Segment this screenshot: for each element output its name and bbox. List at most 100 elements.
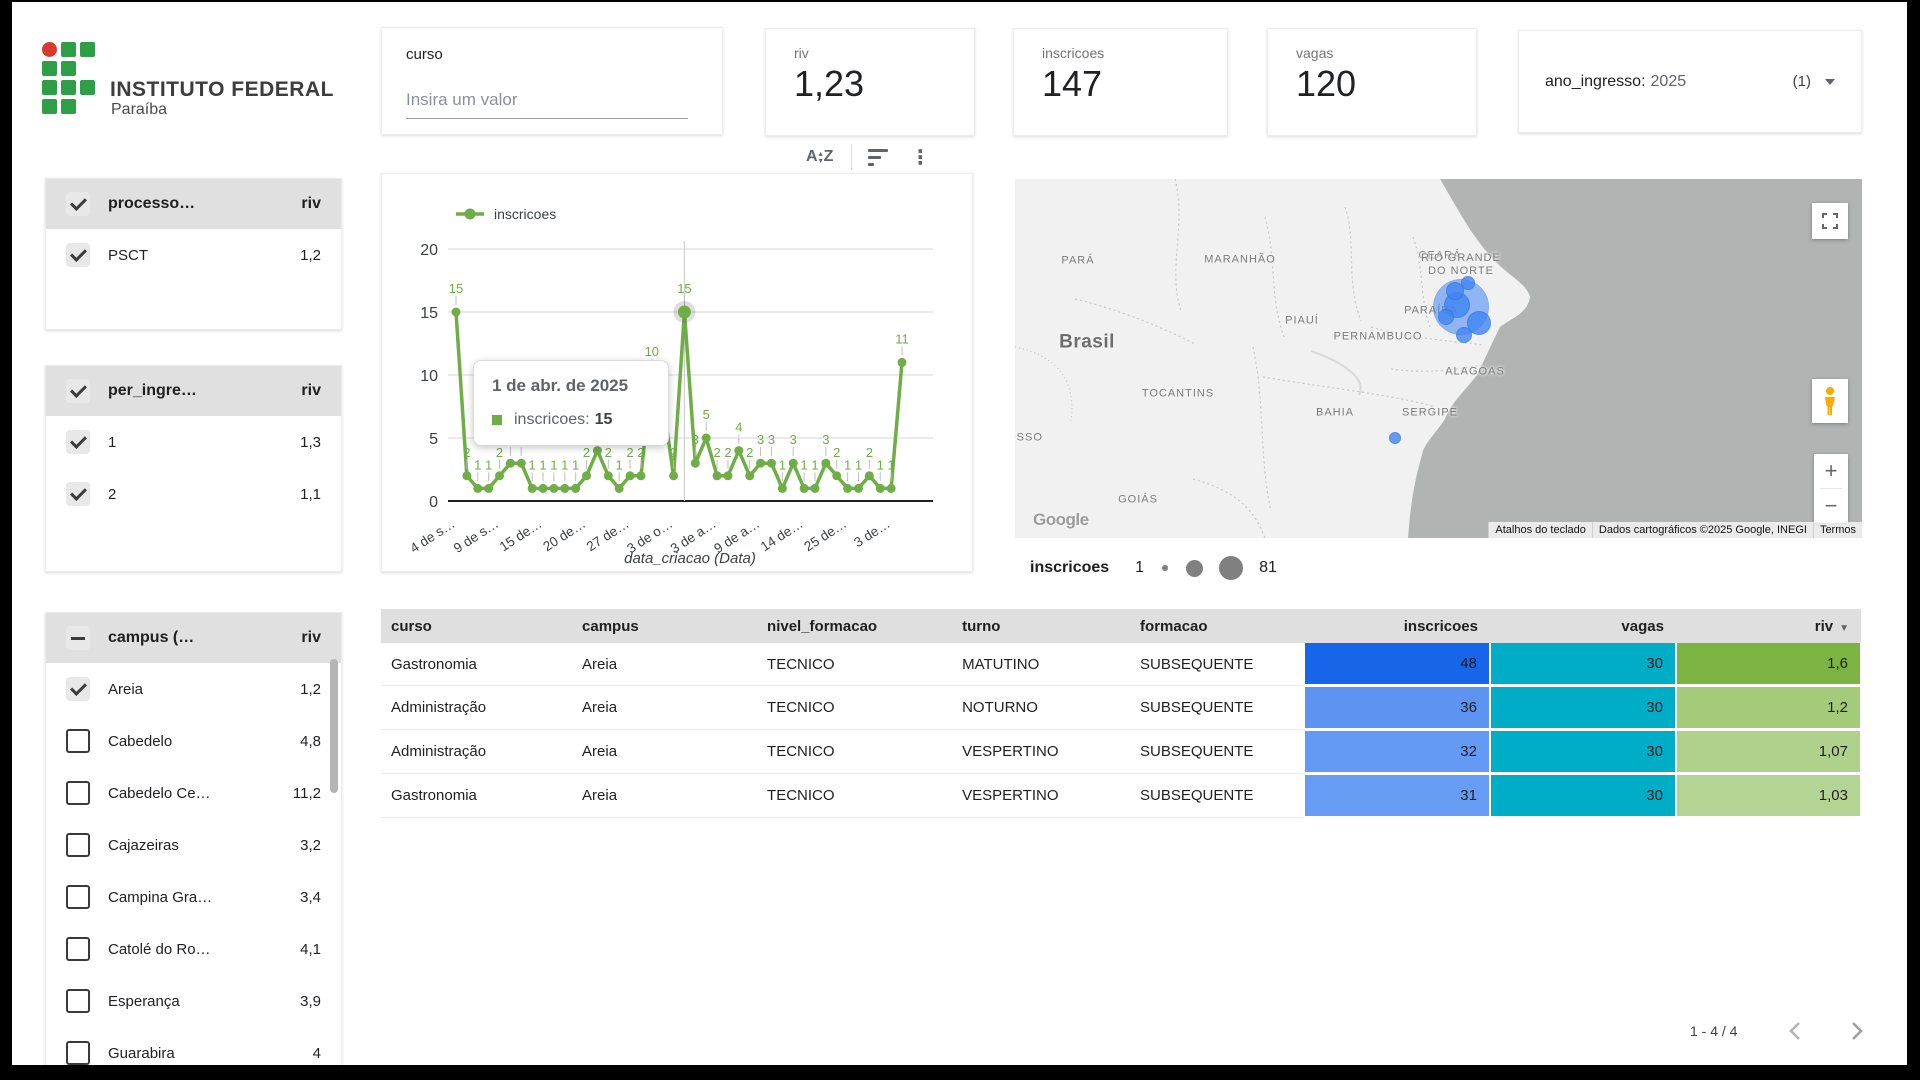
unchecked-checkbox[interactable] [66, 1041, 90, 1065]
checked-checkbox[interactable] [66, 243, 90, 267]
bubble-map[interactable]: BrasilPARÁMARANHÃOCEARÁRIO GRANDE DO NOR… [1015, 179, 1862, 538]
data-point[interactable] [506, 459, 515, 468]
filter-list-item[interactable]: Cabedelo4,8 [46, 715, 341, 767]
data-point[interactable] [843, 484, 852, 493]
pegman-icon[interactable] [1812, 379, 1848, 423]
data-point[interactable] [832, 471, 841, 480]
sort-az-icon[interactable]: A▴▾Z [806, 148, 833, 166]
data-point[interactable] [713, 471, 722, 480]
terms-link[interactable]: Termos [1813, 522, 1862, 538]
filter-item-value: 4 [313, 1045, 321, 1062]
data-point[interactable] [484, 484, 493, 493]
previous-page-icon[interactable] [1783, 1018, 1809, 1044]
data-point[interactable] [734, 446, 743, 455]
filter-list-item[interactable]: Guarabira4 [46, 1027, 341, 1066]
column-header-inscricoes[interactable]: inscricoes [1304, 609, 1490, 643]
more-options-icon[interactable]: ⋮ [910, 145, 930, 170]
ano-ingresso-dropdown[interactable]: ano_ingresso: 2025 (1) [1518, 30, 1862, 133]
data-point[interactable] [571, 484, 580, 493]
checked-checkbox[interactable] [66, 430, 90, 454]
data-point[interactable] [789, 459, 798, 468]
data-point[interactable] [876, 484, 885, 493]
filter-list-item[interactable]: Campina Gra…3,4 [46, 871, 341, 923]
checked-checkbox[interactable] [66, 677, 90, 701]
filter-list-item[interactable]: Cabedelo Ce…11,2 [46, 767, 341, 819]
svg-text:1: 1 [474, 457, 481, 472]
svg-text:2: 2 [637, 445, 644, 460]
fullscreen-icon[interactable] [1812, 203, 1848, 239]
data-point[interactable] [800, 484, 809, 493]
data-point[interactable] [669, 471, 678, 480]
checked-checkbox[interactable] [66, 482, 90, 506]
select-all-checkbox[interactable] [66, 192, 90, 216]
unchecked-checkbox[interactable] [66, 833, 90, 857]
svg-text:25 de…: 25 de… [801, 516, 849, 554]
data-point[interactable] [615, 484, 624, 493]
filter-list-item[interactable]: 11,3 [46, 416, 341, 468]
column-header-turno[interactable]: turno [952, 609, 1130, 643]
data-point[interactable] [517, 459, 526, 468]
data-point[interactable] [473, 484, 482, 493]
data-point[interactable] [702, 434, 711, 443]
data-point[interactable] [821, 459, 830, 468]
unchecked-checkbox[interactable] [66, 885, 90, 909]
data-point[interactable] [887, 484, 896, 493]
data-point[interactable] [865, 471, 874, 480]
data-point[interactable] [897, 358, 906, 367]
data-point[interactable] [593, 446, 602, 455]
keyboard-shortcuts-link[interactable]: Atalhos do teclado [1488, 522, 1592, 538]
zoom-in-button[interactable]: + [1814, 454, 1848, 488]
curso-input[interactable]: Insira um valor [406, 90, 688, 119]
google-logo: Google [1033, 510, 1089, 530]
data-point[interactable] [636, 471, 645, 480]
map-data-bubble[interactable] [1456, 327, 1472, 343]
unchecked-checkbox[interactable] [66, 937, 90, 961]
data-point[interactable] [723, 471, 732, 480]
map-data-bubble[interactable] [1438, 309, 1454, 325]
data-point[interactable] [691, 459, 700, 468]
filter-list-item[interactable]: Esperança3,9 [46, 975, 341, 1027]
column-header-curso[interactable]: curso [381, 609, 572, 643]
map-data-bubble[interactable] [1389, 432, 1401, 444]
filter-list-item[interactable]: Areia1,2 [46, 663, 341, 715]
svg-text:2: 2 [583, 445, 590, 460]
filter-list-header: per_ingre…riv [46, 366, 341, 416]
unchecked-checkbox[interactable] [66, 989, 90, 1013]
column-header-riv[interactable]: riv▼ [1676, 609, 1861, 643]
column-header-nivel_formacao[interactable]: nivel_formacao [757, 609, 952, 643]
campus-list-scrollbar[interactable] [330, 659, 338, 793]
filter-icon[interactable] [868, 149, 888, 166]
next-page-icon[interactable] [1843, 1018, 1869, 1044]
select-all-checkbox[interactable] [66, 626, 90, 650]
data-point[interactable] [462, 471, 471, 480]
column-header-formacao[interactable]: formacao [1130, 609, 1304, 643]
data-point[interactable] [854, 484, 863, 493]
data-point[interactable] [756, 459, 765, 468]
data-point[interactable] [745, 471, 754, 480]
data-point[interactable] [528, 484, 537, 493]
unchecked-checkbox[interactable] [66, 729, 90, 753]
filter-list-item[interactable]: Cajazeiras3,2 [46, 819, 341, 871]
data-point[interactable] [495, 471, 504, 480]
svg-text:3: 3 [768, 432, 775, 447]
filter-list-item[interactable]: PSCT1,2 [46, 229, 341, 281]
svg-text:1: 1 [561, 457, 568, 472]
filter-list-item[interactable]: Catolé do Ro…4,1 [46, 923, 341, 975]
zoom-out-button[interactable]: − [1814, 489, 1848, 523]
map-data-bubble[interactable] [1461, 276, 1475, 290]
data-point[interactable] [582, 471, 591, 480]
column-header-campus[interactable]: campus [572, 609, 757, 643]
data-point[interactable] [539, 484, 548, 493]
column-header-vagas[interactable]: vagas [1490, 609, 1676, 643]
data-point[interactable] [560, 484, 569, 493]
data-point[interactable] [767, 459, 776, 468]
select-all-checkbox[interactable] [66, 379, 90, 403]
data-point[interactable] [810, 484, 819, 493]
data-point[interactable] [626, 471, 635, 480]
filter-list-item[interactable]: 21,1 [46, 468, 341, 520]
unchecked-checkbox[interactable] [66, 781, 90, 805]
data-point[interactable] [549, 484, 558, 493]
data-point[interactable] [778, 484, 787, 493]
data-point[interactable] [604, 471, 613, 480]
data-point[interactable] [452, 308, 461, 317]
